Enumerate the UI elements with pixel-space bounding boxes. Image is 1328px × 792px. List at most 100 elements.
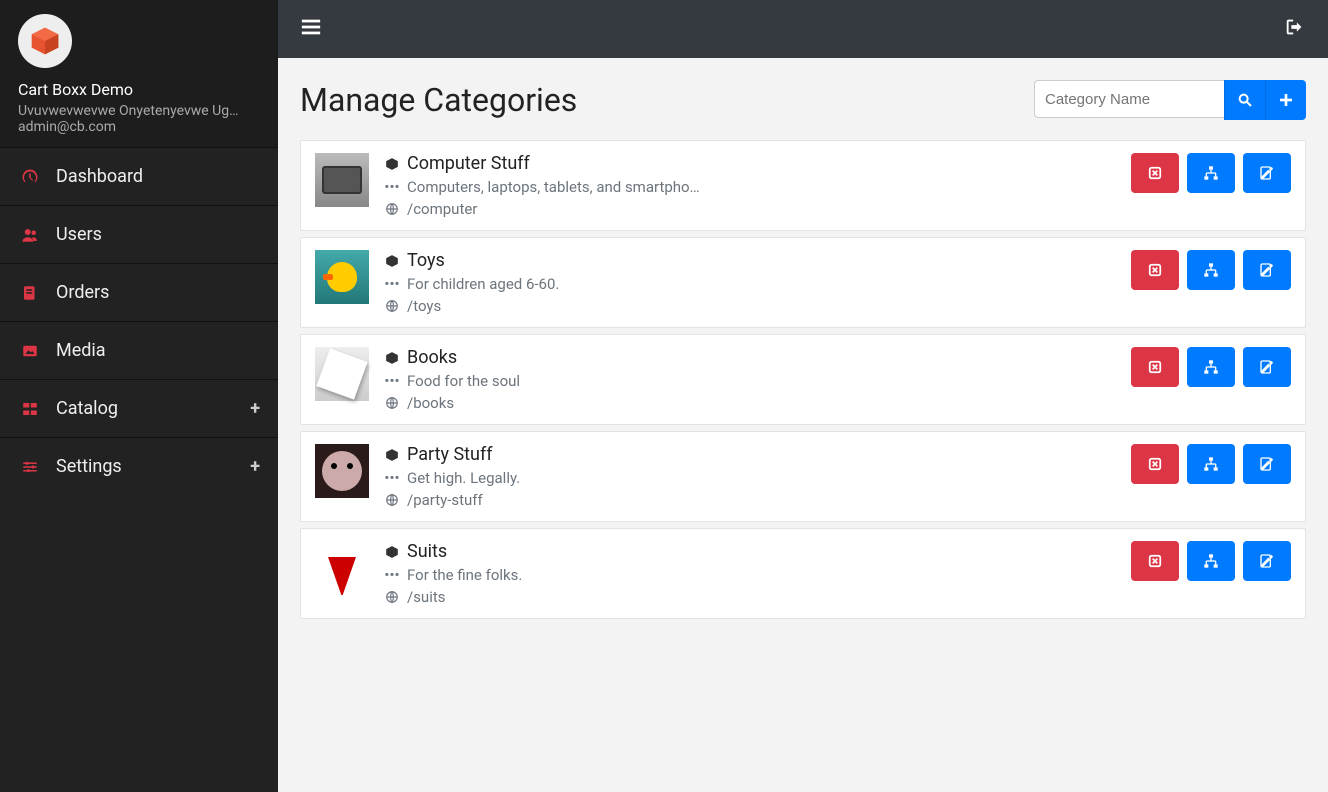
- media-icon: [18, 342, 42, 360]
- sitemap-icon: [1203, 456, 1219, 472]
- site-name: Cart Boxx Demo: [18, 80, 260, 99]
- category-name: Computer Stuff: [407, 153, 530, 174]
- category-actions: [1131, 347, 1291, 412]
- category-desc: Get high. Legally.: [407, 469, 520, 487]
- sitemap-icon: [1203, 359, 1219, 375]
- sidebar-item-label: Settings: [56, 456, 250, 477]
- sidebar-item-users[interactable]: Users: [0, 205, 278, 263]
- expand-icon: +: [250, 456, 260, 477]
- edit-icon: [1259, 456, 1275, 472]
- page-head: Manage Categories: [300, 80, 1306, 120]
- delete-button[interactable]: [1131, 541, 1179, 581]
- page-title: Manage Categories: [300, 81, 577, 119]
- sign-out-icon: [1284, 16, 1306, 38]
- cube-icon: [385, 351, 399, 365]
- logo: [18, 14, 72, 68]
- category-actions: [1131, 541, 1291, 606]
- add-category-button[interactable]: [1265, 80, 1306, 120]
- box-logo-icon: [29, 25, 61, 57]
- category-slug: /party-stuff: [407, 491, 483, 509]
- category-thumbnail: [315, 444, 369, 498]
- hierarchy-button[interactable]: [1187, 250, 1235, 290]
- sidebar-item-label: Catalog: [56, 398, 250, 419]
- ellipsis-icon: •••: [385, 566, 399, 584]
- delete-button[interactable]: [1131, 444, 1179, 484]
- category-desc: For the fine folks.: [407, 566, 522, 584]
- edit-icon: [1259, 553, 1275, 569]
- edit-button[interactable]: [1243, 153, 1291, 193]
- hierarchy-button[interactable]: [1187, 541, 1235, 581]
- category-row: Party Stuff ••• Get high. Legally. /part…: [300, 431, 1306, 522]
- edit-button[interactable]: [1243, 541, 1291, 581]
- close-icon: [1148, 457, 1162, 471]
- category-row: Books ••• Food for the soul /books: [300, 334, 1306, 425]
- users-icon: [18, 226, 42, 244]
- menu-toggle-button[interactable]: [300, 16, 322, 42]
- topbar: [278, 0, 1328, 58]
- category-name: Party Stuff: [407, 444, 492, 465]
- cube-icon: [385, 254, 399, 268]
- edit-button[interactable]: [1243, 444, 1291, 484]
- category-desc: For children aged 6-60.: [407, 275, 559, 293]
- plus-icon: [1278, 92, 1294, 108]
- globe-icon: [385, 202, 399, 216]
- sidebar-item-media[interactable]: Media: [0, 321, 278, 379]
- hierarchy-button[interactable]: [1187, 347, 1235, 387]
- category-slug: /toys: [407, 297, 441, 315]
- ellipsis-icon: •••: [385, 178, 399, 196]
- main: Manage Categories: [278, 0, 1328, 792]
- logout-button[interactable]: [1284, 16, 1306, 42]
- orders-icon: [18, 284, 42, 302]
- hierarchy-button[interactable]: [1187, 153, 1235, 193]
- sidebar-item-label: Media: [56, 340, 260, 361]
- sidebar-item-dashboard[interactable]: Dashboard: [0, 147, 278, 205]
- close-icon: [1148, 166, 1162, 180]
- category-actions: [1131, 250, 1291, 315]
- search-button[interactable]: [1224, 80, 1265, 120]
- sidebar-item-label: Users: [56, 224, 260, 245]
- cube-icon: [385, 448, 399, 462]
- delete-button[interactable]: [1131, 347, 1179, 387]
- category-thumbnail: [315, 347, 369, 401]
- category-thumbnail: [315, 153, 369, 207]
- category-slug: /computer: [407, 200, 477, 218]
- globe-icon: [385, 396, 399, 410]
- category-name: Books: [407, 347, 457, 368]
- user-name: Uvuvwevwevwe Onyetenyevwe Ug…: [18, 103, 260, 119]
- category-thumbnail: [315, 250, 369, 304]
- close-icon: [1148, 263, 1162, 277]
- close-icon: [1148, 360, 1162, 374]
- sidebar-item-orders[interactable]: Orders: [0, 263, 278, 321]
- category-row: Toys ••• For children aged 6-60. /toys: [300, 237, 1306, 328]
- ellipsis-icon: •••: [385, 372, 399, 390]
- category-slug: /books: [407, 394, 454, 412]
- edit-button[interactable]: [1243, 347, 1291, 387]
- nav: Dashboard Users Orders Media Catalog +: [0, 147, 278, 495]
- edit-button[interactable]: [1243, 250, 1291, 290]
- delete-button[interactable]: [1131, 250, 1179, 290]
- globe-icon: [385, 299, 399, 313]
- category-actions: [1131, 444, 1291, 509]
- category-name: Toys: [407, 250, 445, 271]
- hierarchy-button[interactable]: [1187, 444, 1235, 484]
- delete-button[interactable]: [1131, 153, 1179, 193]
- category-info: Suits ••• For the fine folks. /suits: [385, 541, 1115, 606]
- sidebar-item-catalog[interactable]: Catalog +: [0, 379, 278, 437]
- bars-icon: [300, 16, 322, 38]
- category-actions: [1131, 153, 1291, 218]
- ellipsis-icon: •••: [385, 469, 399, 487]
- dashboard-icon: [18, 168, 42, 186]
- cube-icon: [385, 157, 399, 171]
- catalog-icon: [18, 400, 42, 418]
- category-row: Suits ••• For the fine folks. /suits: [300, 528, 1306, 619]
- ellipsis-icon: •••: [385, 275, 399, 293]
- sidebar-item-settings[interactable]: Settings +: [0, 437, 278, 495]
- sidebar-item-label: Orders: [56, 282, 260, 303]
- category-info: Toys ••• For children aged 6-60. /toys: [385, 250, 1115, 315]
- edit-icon: [1259, 359, 1275, 375]
- category-name: Suits: [407, 541, 447, 562]
- category-info: Party Stuff ••• Get high. Legally. /part…: [385, 444, 1115, 509]
- sitemap-icon: [1203, 262, 1219, 278]
- category-search-input[interactable]: [1034, 80, 1224, 118]
- category-thumbnail: [315, 541, 369, 595]
